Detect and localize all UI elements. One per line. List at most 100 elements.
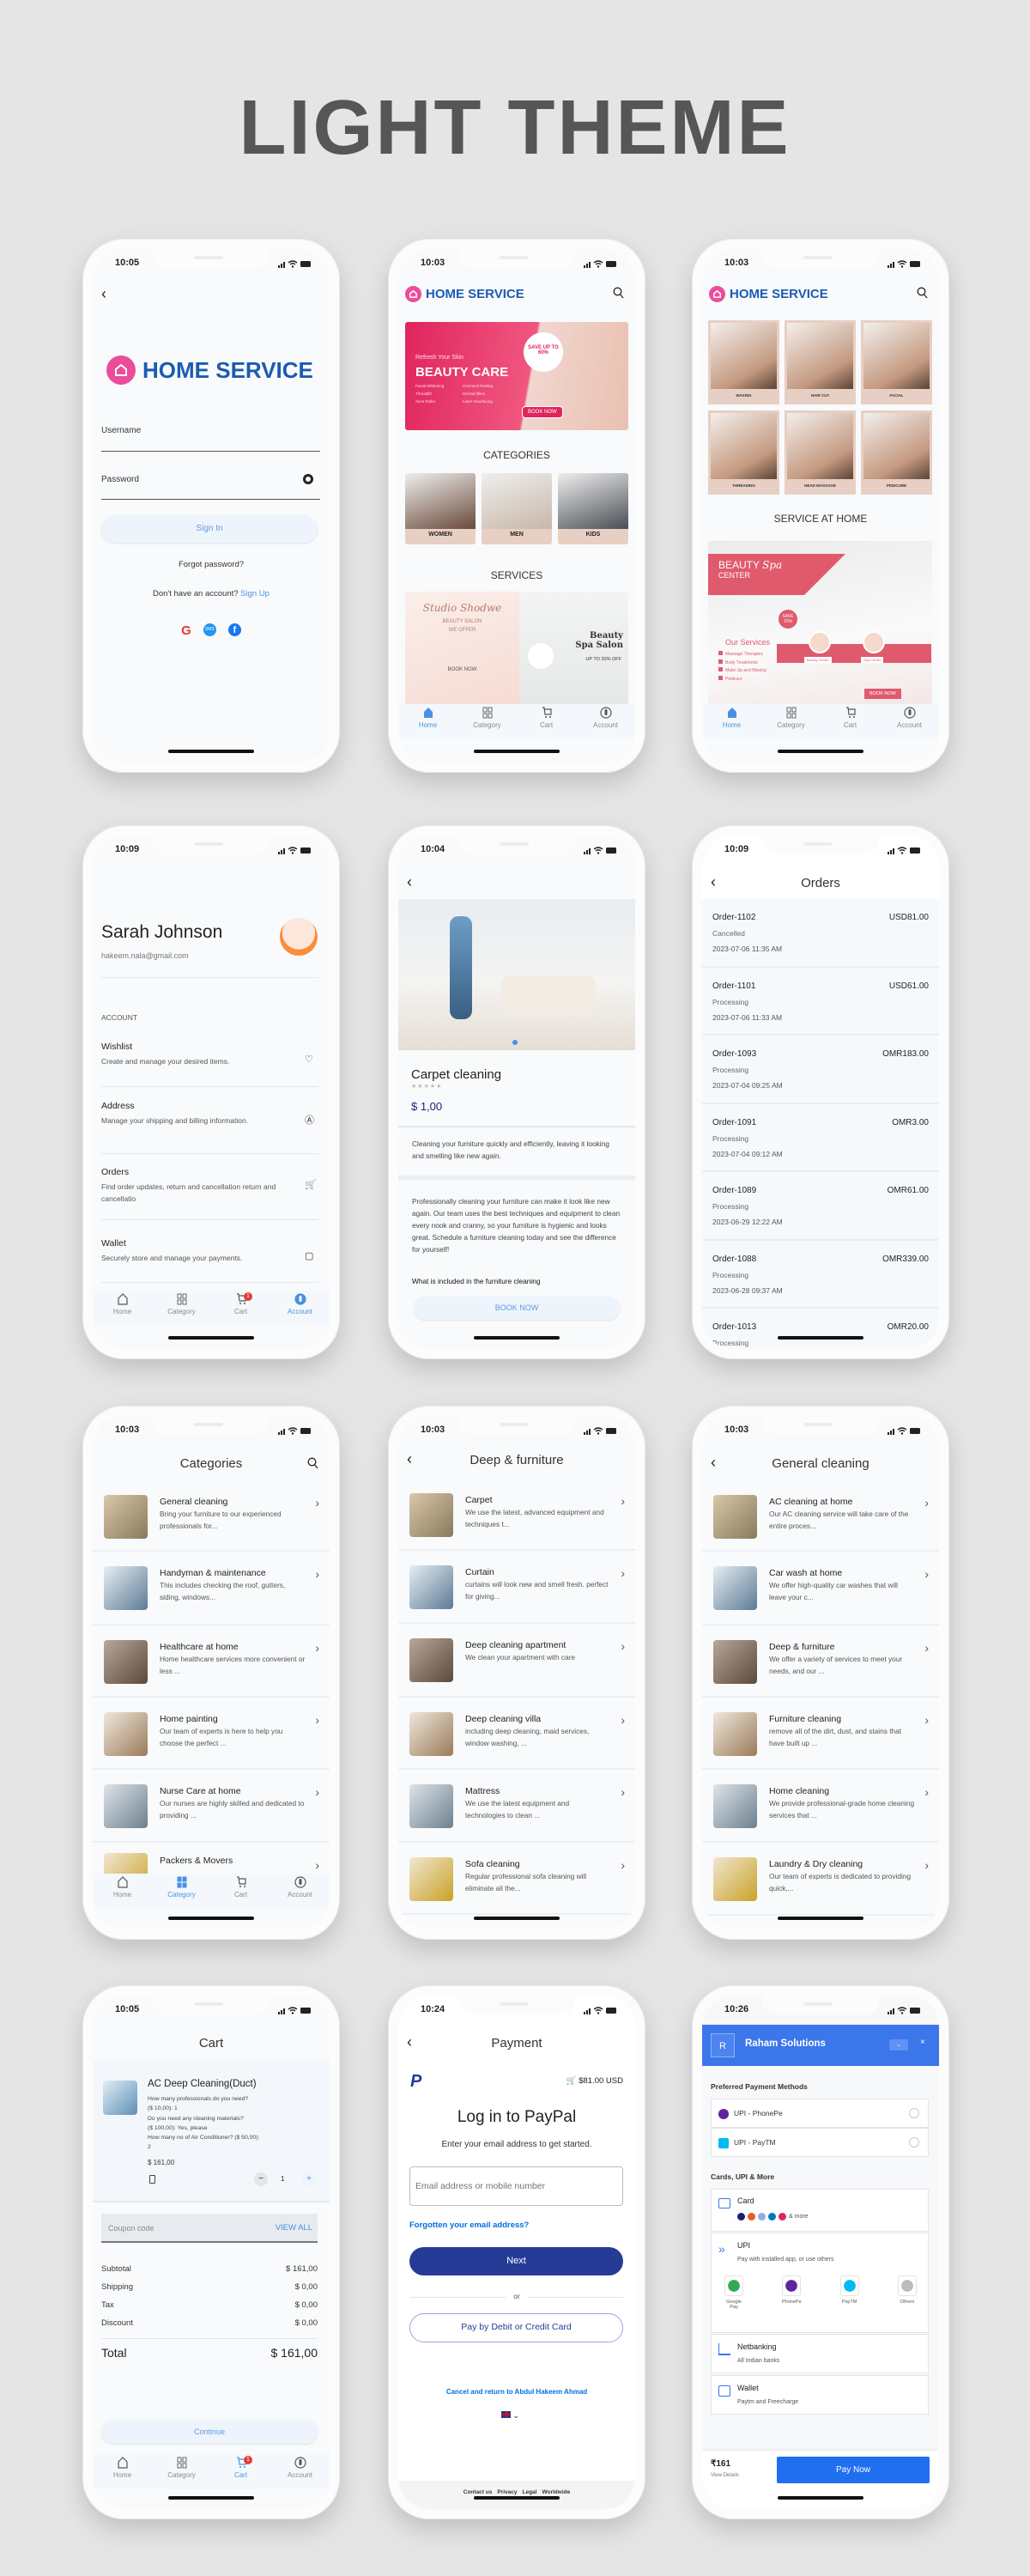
home-indicator[interactable] [778,1336,863,1340]
order-amount[interactable]: 🛒 $81.00 USD [566,2076,623,2086]
tab-category[interactable]: Category [457,704,517,738]
tab-category[interactable]: Category [152,1874,211,1908]
home-indicator[interactable] [168,1336,254,1340]
home-indicator[interactable] [168,2496,254,2500]
list-item[interactable]: Home painting Our team of experts is here… [93,1698,330,1770]
home-indicator[interactable] [778,750,863,753]
home-indicator[interactable] [778,1917,863,1920]
home-indicator[interactable] [474,750,560,753]
pay-now-button[interactable]: Pay Now [777,2457,930,2483]
banner-book-now[interactable]: BOOK NOW [864,689,901,699]
tab-category[interactable]: Category [152,2454,211,2488]
method-netbanking[interactable]: Netbanking All Indian banks [711,2334,929,2373]
tab-home[interactable]: Home [93,2454,152,2488]
list-item[interactable]: AC cleaning at home Our AC cleaning servi… [702,1480,939,1552]
decrease-quantity-button[interactable]: − [254,2172,268,2186]
upi-app-paytm[interactable]: PayTM [833,2275,867,2310]
continue-button[interactable]: Continue [101,2420,318,2444]
tab-cart[interactable]: 1 Cart [211,1291,270,1325]
next-button[interactable]: Next [409,2247,623,2275]
trash-icon[interactable] [149,2175,155,2184]
preferred-method[interactable]: UPI - PhonePe [711,2099,929,2128]
method-upi[interactable]: » UPI Pay with installed app, or use oth… [711,2233,929,2333]
language-icon[interactable]: ⌄ [889,2039,908,2050]
category-tile-women[interactable]: WOMEN [405,473,476,544]
avatar[interactable] [280,918,318,956]
radio-check-icon[interactable] [909,2108,919,2118]
banner-book-now[interactable]: BOOK NOW [522,406,563,418]
service-tile[interactable]: THREADING [708,410,779,495]
username-input[interactable] [101,440,320,452]
category-tile-men[interactable]: MEN [482,473,552,544]
tab-home[interactable]: Home [93,1291,152,1325]
account-item-wallet[interactable]: Wallet Securely store and manage your pay… [101,1238,299,1264]
cancel-return-link[interactable]: Cancel and return to Abdul Hakeem Ahmad [398,2388,635,2396]
upi-app-others[interactable]: Others [890,2275,924,2310]
tab-account[interactable]: Account [270,2454,330,2488]
list-item[interactable]: Curtain curtains will look new and smell … [398,1551,635,1624]
tab-home[interactable]: Home [702,704,761,738]
list-item[interactable]: General cleaning Bring your furniture to … [93,1480,330,1552]
search-icon[interactable] [917,287,928,303]
list-item[interactable]: Healthcare at home Home healthcare servic… [93,1625,330,1698]
tab-cart[interactable]: Cart [211,1874,270,1908]
back-icon[interactable]: ‹ [101,285,106,303]
coupon-field[interactable]: Coupon code VIEW ALL [101,2214,318,2243]
home-indicator[interactable] [474,1336,560,1340]
search-icon[interactable] [307,1457,318,1473]
radio-check-icon[interactable] [909,2137,919,2148]
home-indicator[interactable] [474,1917,560,1920]
password-input[interactable] [101,488,320,500]
carousel-dot[interactable] [512,1040,518,1045]
service-card-salon[interactable]: Studio Shodwe BEAUTY SALON WE OFFER BOOK… [405,592,519,704]
upi-app-google-pay[interactable]: Google Pay [717,2275,751,2310]
tab-cart[interactable]: 1 Cart [211,2454,270,2488]
list-item[interactable]: Mattress We use the latest equipment and … [398,1770,635,1843]
home-indicator[interactable] [778,2496,863,2500]
sign-up-link[interactable]: Sign Up [240,589,270,598]
account-item-address[interactable]: Address Manage your shipping and billing … [101,1101,299,1127]
sms-icon[interactable]: SMS [203,623,216,636]
beauty-care-banner[interactable]: Refresh Your Skin BEAUTY CARE Facial Whi… [405,322,628,430]
preferred-method[interactable]: UPI - PayTM [711,2128,929,2157]
service-tile[interactable]: FACIAL [861,320,932,404]
back-icon[interactable]: ‹ [407,873,412,891]
language-selector[interactable]: ⌄ [501,2411,519,2421]
service-tile[interactable]: WAXING [708,320,779,404]
order-row[interactable]: Order-1102 USD81.00 Cancelled 2023-07-06 11… [702,899,939,968]
view-details-link[interactable]: View Details [711,2473,739,2478]
list-item[interactable]: Nurse Care at home Our nurses are highly … [93,1770,330,1843]
service-card-spa[interactable]: Beauty Spa Salon UP TO 20% OFF [519,592,628,704]
service-tile[interactable]: HAIR CUT [785,320,856,404]
search-icon[interactable] [613,287,624,303]
home-indicator[interactable] [168,750,254,753]
tab-category[interactable]: Category [761,704,821,738]
upi-app-phonepe[interactable]: PhonePe [774,2275,809,2310]
tab-account[interactable]: Account [270,1874,330,1908]
tab-cart[interactable]: Cart [517,704,576,738]
service-tile[interactable]: PEDICURE [861,410,932,495]
order-row[interactable]: Order-1101 USD61.00 Processing 2023-07-06 1… [702,967,939,1036]
account-item-wishlist[interactable]: Wishlist Create and manage your desired i… [101,1042,299,1067]
home-indicator[interactable] [474,2496,560,2500]
list-item[interactable]: Deep cleaning apartment We clean your apa… [398,1624,635,1698]
email-input[interactable] [409,2166,623,2206]
category-tile-kids[interactable]: KIDS [558,473,628,544]
list-item[interactable]: Furniture cleaning remove all of the dirt… [702,1698,939,1770]
tab-category[interactable]: Category [152,1291,211,1325]
home-indicator[interactable] [168,1917,254,1920]
order-row[interactable]: Order-1089 OMR61.00 Processing 2023-06-29 1… [702,1172,939,1241]
increase-quantity-button[interactable]: + [302,2172,316,2186]
tab-account[interactable]: Account [270,1291,330,1325]
order-row[interactable]: Order-1088 OMR339.00 Processing 2023-06-28 … [702,1240,939,1309]
facebook-icon[interactable]: f [227,623,241,636]
account-item-orders[interactable]: Orders Find order updates, return and can… [101,1167,299,1205]
tab-account[interactable]: Account [576,704,635,738]
service-image[interactable] [398,899,635,1050]
pay-by-card-button[interactable]: Pay by Debit or Credit Card [409,2313,623,2342]
tab-home[interactable]: Home [398,704,457,738]
list-item[interactable]: Deep & furniture We offer a variety of se… [702,1625,939,1698]
eye-icon[interactable] [303,474,313,484]
list-item[interactable]: Laundry & Dry cleaning Our team of expert… [702,1843,939,1916]
method-card[interactable]: Card & more [711,2189,929,2232]
